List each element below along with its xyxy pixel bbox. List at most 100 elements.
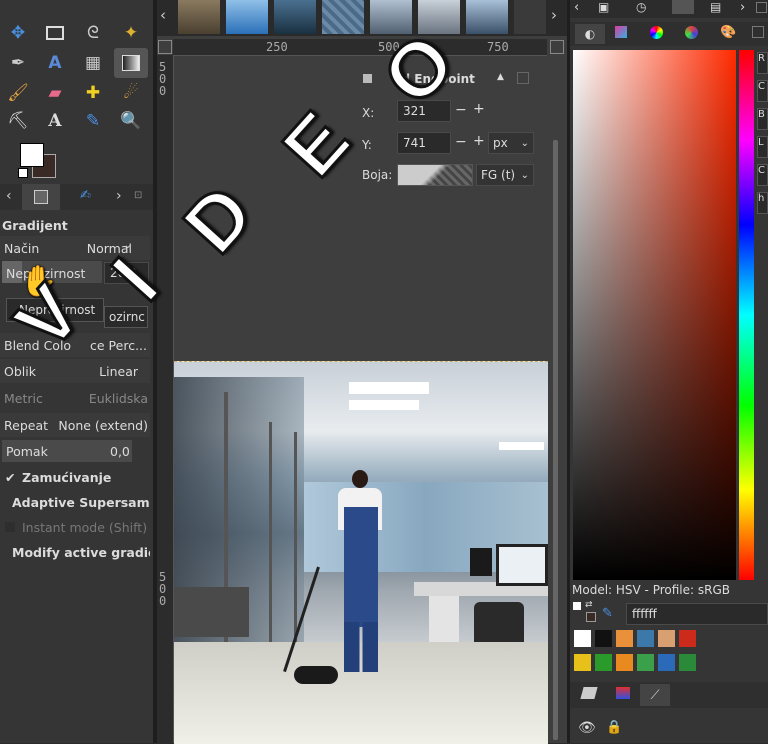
history-swatch-7[interactable] xyxy=(574,654,591,671)
image-thumb-3[interactable] xyxy=(274,0,316,34)
channel-label[interactable]: C xyxy=(757,80,768,102)
text-warp-icon[interactable]: A xyxy=(42,50,68,76)
y-input[interactable]: 741 xyxy=(397,132,451,154)
reset-colors-icon[interactable] xyxy=(18,168,28,178)
color-dock-menu-icon[interactable] xyxy=(752,26,764,38)
tab-patterns-icon[interactable] xyxy=(616,687,630,699)
x-increment-button[interactable]: + xyxy=(473,101,485,117)
instant-row[interactable]: Instant mode (Shift) xyxy=(0,515,150,539)
history-swatch-5[interactable] xyxy=(658,630,675,647)
dither-row[interactable]: ✔ Zamućivanje xyxy=(0,465,150,489)
color-preview[interactable] xyxy=(397,164,473,186)
lasso-icon[interactable]: ᘓ xyxy=(80,20,106,46)
tab-tool-options[interactable] xyxy=(22,184,60,210)
swap-colors-icon[interactable]: ⇄ xyxy=(585,600,593,610)
blend-select[interactable]: ce Perc... xyxy=(90,338,147,353)
repeat-select[interactable]: None (extend) xyxy=(58,418,148,433)
image-thumb-6[interactable] xyxy=(418,0,460,34)
color-picker-icon[interactable]: ✎ xyxy=(602,606,613,621)
tabs-scroll-right-icon[interactable]: › xyxy=(551,6,557,24)
hsv-color-square[interactable] xyxy=(573,50,736,580)
hex-input[interactable]: ffffff xyxy=(626,603,768,625)
history-swatch-1[interactable] xyxy=(574,630,591,647)
ruler-corner-icon[interactable] xyxy=(158,40,172,54)
tab-wheel-icon[interactable] xyxy=(650,26,663,39)
tab-channels-icon[interactable]: ▤ xyxy=(710,0,721,14)
image-thumb-7[interactable] xyxy=(466,0,508,34)
left-ruler[interactable] xyxy=(157,55,174,743)
endpoint-close-icon[interactable] xyxy=(517,72,529,84)
hue-slider[interactable] xyxy=(739,50,754,580)
tab-scroll-right-icon[interactable]: › xyxy=(116,188,122,204)
shape-row[interactable]: Oblik Linear xyxy=(0,359,150,383)
transform-icon[interactable]: ▦ xyxy=(80,50,106,76)
fuzzy-select-icon[interactable]: ✦ xyxy=(118,20,144,46)
heal-icon[interactable]: ✚ xyxy=(80,80,106,106)
zoom-icon[interactable]: 🔍 xyxy=(118,108,144,134)
tab-images-icon[interactable]: ▣ xyxy=(598,0,609,14)
clone-icon[interactable]: ⛏ xyxy=(5,108,31,134)
image-thumb-1[interactable] xyxy=(178,0,220,34)
tab-watercolor-icon[interactable] xyxy=(685,26,698,39)
offset-row[interactable]: Pomak 0,0 xyxy=(0,439,150,463)
layer-eye-icon[interactable]: 👁 xyxy=(578,720,596,736)
tab-history-icon[interactable]: ◷ xyxy=(636,0,646,14)
text-tool-icon[interactable]: A xyxy=(42,108,68,134)
tab-gradients[interactable]: ⟋ xyxy=(640,684,670,706)
channel-label[interactable]: R xyxy=(757,52,768,74)
image-thumb-8[interactable] xyxy=(514,0,546,34)
channel-label[interactable]: L xyxy=(757,136,768,158)
channel-label[interactable]: h xyxy=(757,192,768,214)
shape-select[interactable]: Linear xyxy=(99,364,138,379)
history-swatch-6[interactable] xyxy=(679,630,696,647)
tabs-scroll-left-icon[interactable]: ‹ xyxy=(160,6,166,24)
history-swatch-9[interactable] xyxy=(616,654,633,671)
canvas-vscrollbar[interactable] xyxy=(553,140,558,740)
history-swatch-3[interactable] xyxy=(616,630,633,647)
history-swatch-10[interactable] xyxy=(637,654,654,671)
eraser-icon[interactable]: ▰ xyxy=(42,80,68,106)
offset-value[interactable]: 0,0 xyxy=(110,444,130,459)
gradient-icon[interactable] xyxy=(114,48,148,78)
dock-scroll-left-icon[interactable]: ‹ xyxy=(574,0,579,15)
metric-select[interactable]: Euklidska xyxy=(89,391,148,406)
tab-layers-icon[interactable] xyxy=(672,0,694,14)
history-swatch-2[interactable] xyxy=(595,630,612,647)
tab-palette-icon[interactable]: 🎨 xyxy=(720,25,736,40)
instant-checkbox[interactable] xyxy=(5,522,15,532)
channel-label[interactable]: B xyxy=(757,108,768,130)
mini-bg-swatch[interactable] xyxy=(586,612,596,622)
mini-fg-bg-icon[interactable] xyxy=(573,602,581,610)
supersample-row[interactable]: Adaptive Supersampl xyxy=(0,490,150,514)
quickmask-icon[interactable] xyxy=(550,40,564,54)
right-splitter[interactable] xyxy=(567,0,570,743)
image-thumb-2[interactable] xyxy=(226,0,268,34)
y-decrement-button[interactable]: − xyxy=(455,134,467,150)
paths-icon[interactable]: ✒ xyxy=(5,50,31,76)
color-source-select[interactable]: FG (t) ⌄ xyxy=(476,164,534,186)
y-increment-button[interactable]: + xyxy=(473,133,485,149)
unit-select[interactable]: px ⌄ xyxy=(488,132,534,154)
color-picker-icon[interactable]: ✎ xyxy=(80,108,106,134)
paintbrush-icon[interactable]: 🖌 xyxy=(5,80,31,106)
rect-select-icon[interactable] xyxy=(42,20,68,46)
smudge-icon[interactable]: ☄ xyxy=(118,80,144,106)
image-thumb-4[interactable] xyxy=(322,0,364,34)
tab-device-status-icon[interactable]: ✍ xyxy=(80,188,91,203)
move-tool-icon[interactable]: ✥ xyxy=(5,20,31,46)
fg-color-swatch[interactable] xyxy=(20,143,44,167)
tab-menu-icon[interactable]: ⊡ xyxy=(134,190,142,201)
x-decrement-button[interactable]: − xyxy=(455,102,467,118)
repeat-row[interactable]: Repeat None (extend) xyxy=(0,413,150,437)
tab-scroll-left-icon[interactable]: ‹ xyxy=(6,188,12,204)
dock-menu-icon[interactable] xyxy=(756,2,767,13)
dock-scroll-right-icon[interactable]: › xyxy=(740,0,745,15)
tab-fg-bg-color[interactable]: ◐ xyxy=(575,24,605,44)
metric-row[interactable]: Metric Euklidska xyxy=(0,386,150,410)
history-swatch-11[interactable] xyxy=(658,654,675,671)
checkmark-icon[interactable]: ✔ xyxy=(5,470,19,485)
history-swatch-4[interactable] xyxy=(637,630,654,647)
tab-cmyk-icon[interactable] xyxy=(615,26,627,38)
endpoint-collapse-icon[interactable]: ▲ xyxy=(497,72,504,82)
canvas-image[interactable] xyxy=(174,361,548,744)
